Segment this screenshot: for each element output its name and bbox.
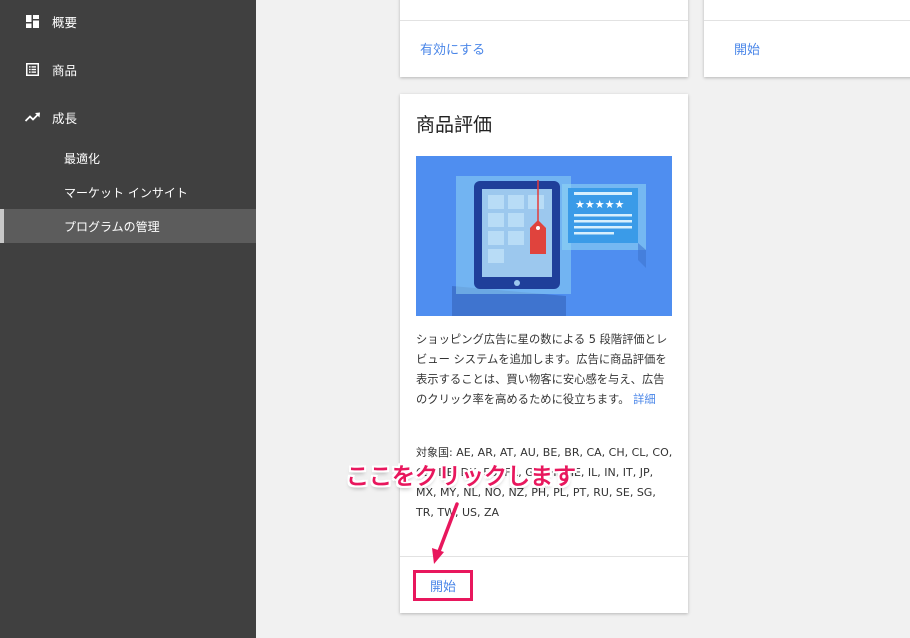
card-title: 商品評価 [416, 114, 493, 136]
sidebar-subitem-label: マーケット インサイト [64, 185, 188, 200]
program-card-top-left: 有効にする [400, 0, 688, 77]
sidebar-item-label: 商品 [52, 62, 78, 78]
product-ratings-illustration: ★★★★★ [416, 156, 672, 316]
sidebar-subitem-program-management[interactable]: プログラムの管理 [0, 209, 256, 243]
trending-up-icon [24, 109, 40, 125]
sidebar-item-overview[interactable]: 概要 [0, 4, 256, 38]
card-description: ショッピング広告に星の数による 5 段階評価とレビュー システムを追加します。広… [416, 330, 674, 410]
dashboard-icon [24, 13, 40, 29]
sidebar: 概要 商品 成長 最適化 マーケット インサイト プログラムの管理 [0, 0, 256, 638]
description-text: ショッピング広告に星の数による 5 段階評価とレビュー システムを追加します。広… [416, 333, 668, 406]
annotation-highlight-box: 開始 [413, 570, 473, 601]
start-link[interactable]: 開始 [430, 576, 456, 595]
sidebar-item-label: 成長 [52, 110, 78, 126]
program-card-top-right: 開始 [704, 0, 910, 77]
sidebar-subitem-label: プログラムの管理 [64, 219, 160, 234]
sidebar-item-products[interactable]: 商品 [0, 52, 256, 86]
enable-link[interactable]: 有効にする [420, 39, 485, 58]
sidebar-subitem-label: 最適化 [64, 151, 101, 166]
annotation-arrow-icon [432, 502, 459, 564]
card-footer: 開始 [704, 20, 910, 77]
sidebar-item-label: 概要 [52, 14, 78, 30]
sidebar-subitem-market-insights[interactable]: マーケット インサイト [0, 175, 256, 209]
svg-text:★★★★★: ★★★★★ [575, 198, 624, 211]
sidebar-subitem-optimization[interactable]: 最適化 [0, 141, 256, 175]
details-link[interactable]: 詳細 [633, 393, 656, 406]
card-footer: 有効にする [400, 20, 688, 77]
start-link[interactable]: 開始 [734, 39, 760, 58]
list-icon [24, 61, 40, 77]
annotation-label: ここをクリックします [346, 464, 576, 490]
sidebar-item-growth[interactable]: 成長 [0, 100, 256, 134]
